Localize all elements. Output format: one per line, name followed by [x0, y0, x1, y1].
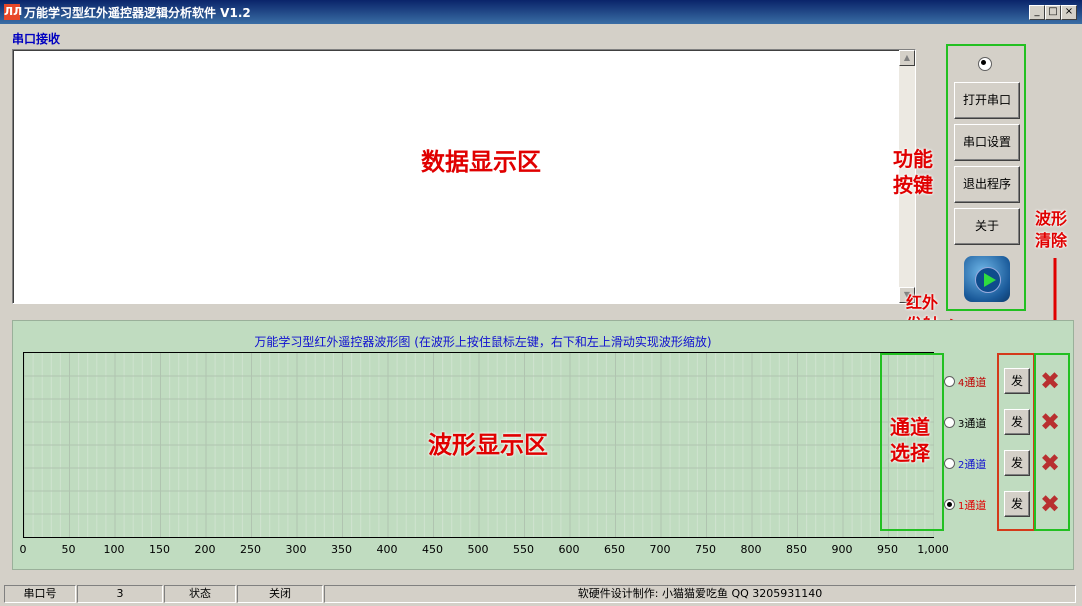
status-credit: 软硬件设计制作: 小猫猫爱吃鱼 QQ 3205931140 [324, 585, 1076, 603]
maximize-button[interactable]: □ [1045, 5, 1061, 20]
func-annotation: 功能 按键 [893, 147, 933, 197]
clear-wave-icon-1[interactable]: ✖ [1040, 492, 1060, 516]
close-button[interactable]: × [1061, 5, 1077, 20]
x-tick-label: 400 [376, 543, 398, 556]
recv-textarea[interactable]: 数据显示区 ▲ ▼ [12, 49, 916, 304]
minimize-button[interactable]: _ [1029, 5, 1045, 20]
clear-wave-icon-4[interactable]: ✖ [1040, 369, 1060, 393]
x-tick-label: 750 [695, 543, 716, 556]
wave-area-annotation: 波形显示区 [428, 431, 548, 459]
x-tick-label: 900 [831, 543, 853, 556]
clear-annotation: 波形 清除 [1035, 209, 1068, 250]
app-icon: ЛЛ [4, 4, 23, 20]
x-tick-label: 800 [740, 543, 762, 556]
x-tick-label: 350 [331, 543, 352, 556]
scroll-up-icon[interactable]: ▲ [899, 50, 915, 66]
recv-label: 串口接收 [12, 32, 61, 46]
open-port-button[interactable]: 打开串口 [954, 82, 1020, 119]
x-tick-label: 600 [558, 543, 580, 556]
x-tick-label: 300 [285, 543, 307, 556]
port-indicator [978, 57, 992, 71]
x-tick-label: 200 [194, 543, 216, 556]
x-tick-label: 250 [240, 543, 261, 556]
title-bar: ЛЛ 万能学习型红外遥控器逻辑分析软件 V1.2 _ □ × [0, 0, 1082, 24]
send-button-1[interactable]: 发 [1004, 491, 1030, 517]
x-tick-label: 1,000 [917, 543, 949, 556]
wave-title: 万能学习型红外遥控器波形图 (在波形上按住鼠标左键，右下和左上滑动实现波形缩放) [254, 335, 712, 349]
x-tick-label: 150 [149, 543, 170, 556]
x-tick-label: 500 [467, 543, 489, 556]
status-port-value: 3 [77, 585, 163, 603]
send-button-3[interactable]: 发 [1004, 409, 1030, 435]
send-button-4[interactable]: 发 [1004, 368, 1030, 394]
status-port-label: 串口号 [4, 585, 76, 603]
x-tick-label: 850 [786, 543, 807, 556]
x-tick-label: 650 [604, 543, 625, 556]
status-state-value: 关闭 [237, 585, 323, 603]
data-area-annotation: 数据显示区 [421, 148, 541, 176]
channel-label-4: 4通道 [958, 376, 987, 389]
channel-radio-3[interactable] [944, 417, 955, 428]
channel-label-3: 3通道 [958, 417, 987, 430]
x-tick-label: 550 [513, 543, 534, 556]
send-button-2[interactable]: 发 [1004, 450, 1030, 476]
x-tick-label: 450 [422, 543, 443, 556]
channel-radio-2[interactable] [944, 458, 955, 469]
about-button[interactable]: 关于 [954, 208, 1020, 245]
channel-label-2: 2通道 [958, 458, 987, 471]
x-tick-label: 0 [19, 543, 27, 556]
window-title: 万能学习型红外遥控器逻辑分析软件 V1.2 [24, 6, 251, 20]
clear-wave-icon-2[interactable]: ✖ [1040, 451, 1060, 475]
x-tick-label: 100 [103, 543, 125, 556]
x-tick-label: 950 [877, 543, 898, 556]
channel-radio-4[interactable] [944, 376, 955, 387]
channel-radio-1[interactable] [944, 499, 955, 510]
x-tick-label: 50 [61, 543, 76, 556]
x-tick-label: 700 [649, 543, 671, 556]
port-settings-button[interactable]: 串口设置 [954, 124, 1020, 161]
exit-button[interactable]: 退出程序 [954, 166, 1020, 203]
status-state-label: 状态 [164, 585, 236, 603]
channel-label-1: 1通道 [958, 499, 987, 512]
channel-annotation: 通道 选择 [890, 415, 930, 465]
clear-wave-icon-3[interactable]: ✖ [1040, 410, 1060, 434]
